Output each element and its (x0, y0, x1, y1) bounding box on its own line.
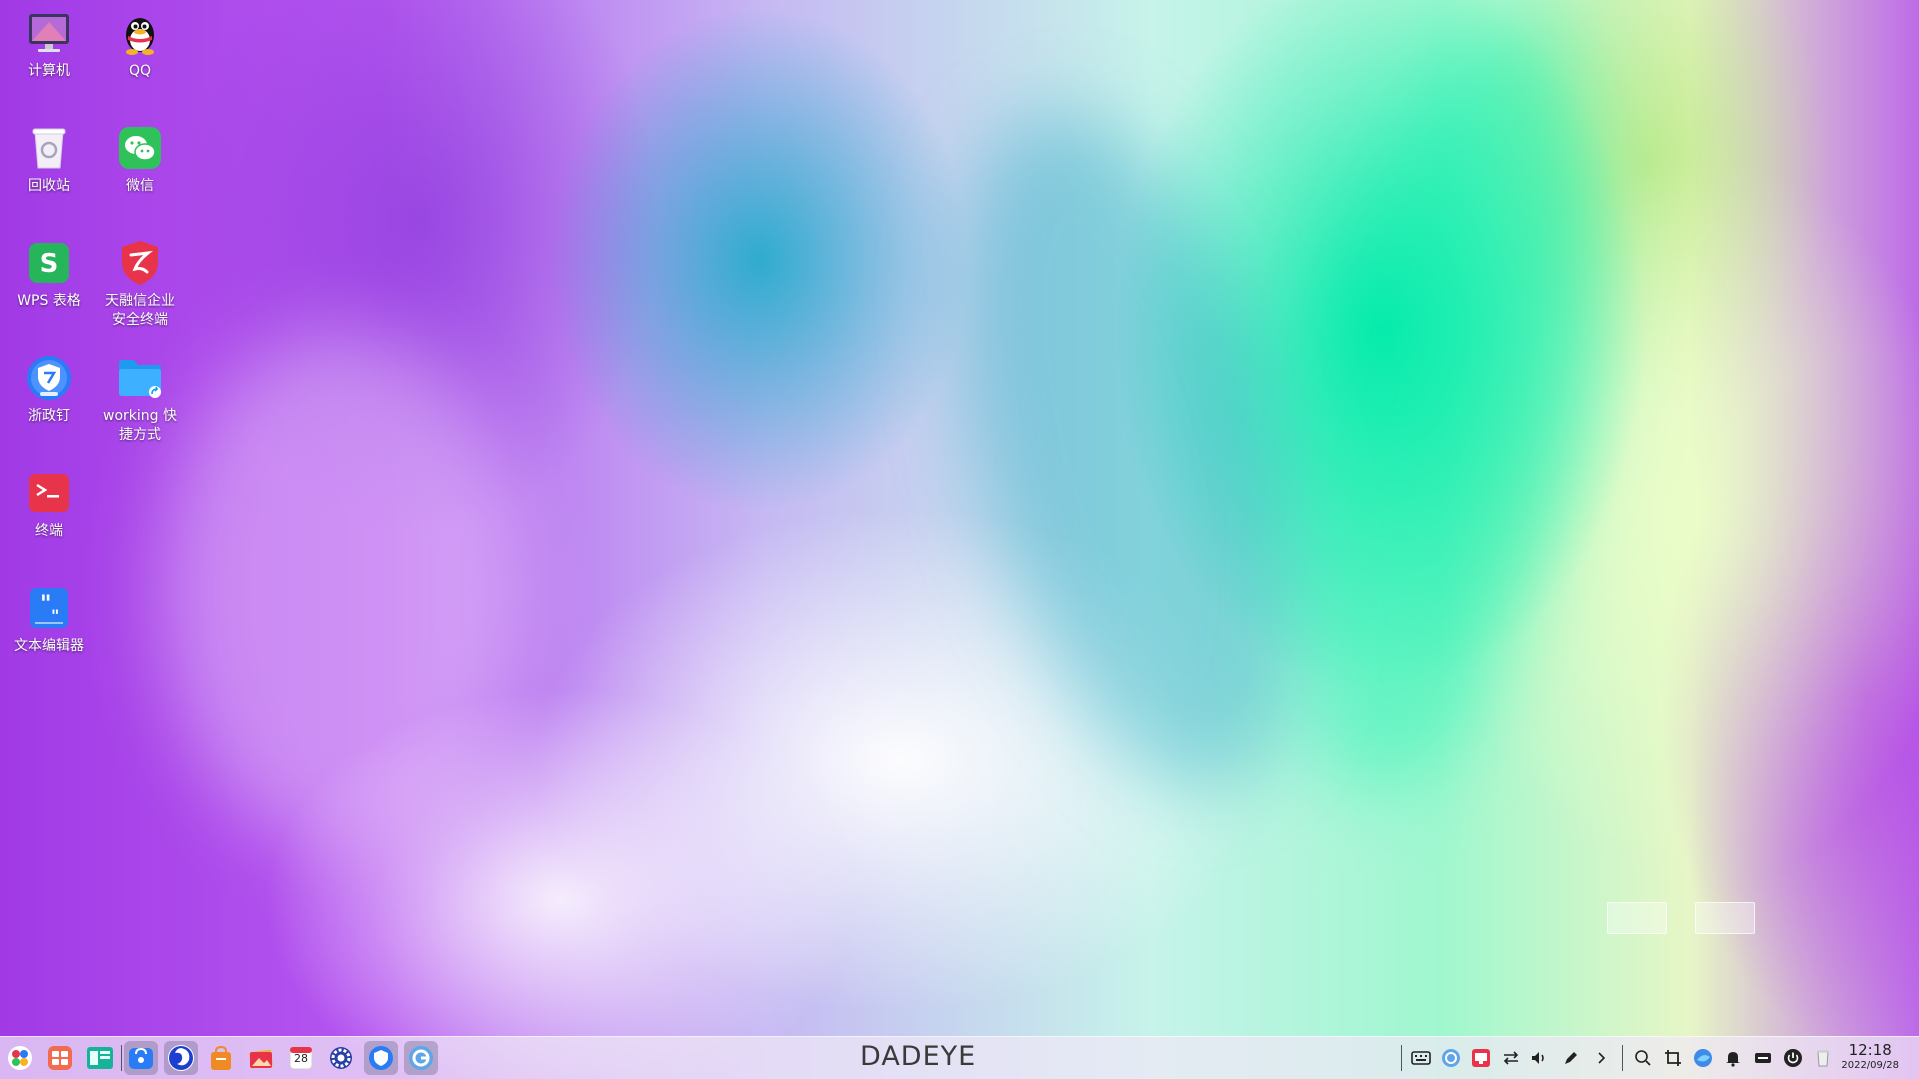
desktop-icon-working-shortcut[interactable]: working 快 捷方式 (95, 355, 185, 445)
browser-swirl-icon (168, 1045, 194, 1071)
desktop-icon-label: working 快 捷方式 (103, 408, 177, 443)
tray-keyboard[interactable] (1410, 1047, 1432, 1069)
tray-volume[interactable] (1528, 1047, 1550, 1069)
desktop-icon-label: 天融信企业 安全终端 (105, 293, 175, 328)
start-menu-button[interactable] (3, 1041, 37, 1075)
tray-separator (1622, 1045, 1623, 1071)
desktop-icon-topsec[interactable]: 天融信企业 安全终端 (95, 240, 185, 330)
calendar-day: 28 (294, 1052, 308, 1065)
desktop-icon-label: 浙政钉 (28, 408, 70, 424)
tray-clock[interactable]: 12:18 2022/09/28 (1841, 1041, 1899, 1073)
security-client-icon (1442, 1049, 1460, 1067)
crop-screenshot-icon (1665, 1050, 1681, 1066)
desktop-icon-computer[interactable]: 计算机 (4, 10, 94, 81)
trash-icon (1817, 1050, 1829, 1067)
desktop: 计算机 QQ 回收站 微信 S WPS 表格 天融信企业 安全终端 浙政钉 wo… (0, 0, 1919, 1079)
svg-text:": " (40, 591, 51, 617)
wallpaper-glow (1239, 0, 1661, 819)
desktop-icon-label: 计算机 (28, 63, 70, 79)
taskbar-app-multitask[interactable] (43, 1041, 77, 1075)
computer-icon (26, 10, 72, 56)
desktop-icon-label: 文本编辑器 (14, 638, 84, 654)
software-store-icon (129, 1047, 153, 1069)
topsec-shield-icon (117, 240, 163, 286)
volume-icon (1532, 1052, 1544, 1064)
start-menu-icon (8, 1046, 32, 1070)
taskbar-app-zhezhengding[interactable] (364, 1041, 398, 1075)
clock-date: 2022/09/28 (1841, 1060, 1899, 1071)
trash-icon (26, 125, 72, 171)
desktop-icon-label: 微信 (126, 178, 154, 194)
taskbar-app-calendar[interactable]: 28 (284, 1041, 318, 1075)
network-transfer-icon (1503, 1051, 1519, 1065)
desktop-icon-wps-sheet[interactable]: S WPS 表格 (4, 240, 94, 311)
wallpaper-glow (894, 73, 1366, 827)
taskbar-app-browser[interactable] (164, 1041, 198, 1075)
input-method-icon (1755, 1053, 1771, 1063)
taskbar: 28 DADEYE 12:18 2022/09/28 (0, 1036, 1919, 1079)
taskbar-center-label: DADEYE (860, 1041, 977, 1072)
desktop-icon-terminal[interactable]: 终端 (4, 470, 94, 541)
zhezhengding-icon (26, 355, 72, 401)
taskbar-app-image-viewer[interactable] (244, 1041, 278, 1075)
wps-sheet-icon: S (26, 240, 72, 286)
chevron-right-icon (1598, 1052, 1606, 1064)
tray-separator (1401, 1045, 1402, 1071)
gear-icon (330, 1047, 352, 1069)
taskbar-app-settings[interactable] (324, 1041, 358, 1075)
taskbar-app-file-manager[interactable] (83, 1041, 117, 1075)
desktop-icon-wechat[interactable]: 微信 (95, 125, 185, 196)
shopping-bag-icon (211, 1045, 231, 1070)
terminal-icon (26, 470, 72, 516)
desktop-icon-text-editor[interactable]: " " 文本编辑器 (4, 585, 94, 656)
text-editor-icon: " " (26, 585, 72, 631)
tray-search[interactable] (1632, 1047, 1654, 1069)
taskbar-app-kylin-store[interactable] (204, 1041, 238, 1075)
tray-trash[interactable] (1812, 1047, 1834, 1069)
power-icon (1784, 1049, 1802, 1067)
tray-power[interactable] (1782, 1047, 1804, 1069)
tray-notifications[interactable] (1722, 1047, 1744, 1069)
desktop-icon-zhezhengding[interactable]: 浙政钉 (4, 355, 94, 426)
tray-input-method[interactable] (1752, 1047, 1774, 1069)
tray-network[interactable] (1500, 1047, 1522, 1069)
desktop-icon-qq[interactable]: QQ (95, 10, 185, 81)
topsec-tray-icon (1472, 1049, 1490, 1067)
pen-icon (1565, 1052, 1577, 1064)
svg-text:S: S (40, 249, 59, 279)
wechat-icon (117, 125, 163, 171)
tray-screenshot[interactable] (1662, 1047, 1684, 1069)
globe-icon (1694, 1049, 1712, 1067)
taskbar-app-topsec[interactable] (404, 1041, 438, 1075)
clock-time: 12:18 (1848, 1041, 1892, 1059)
ghost-window (1695, 902, 1755, 934)
security-client-icon (409, 1046, 433, 1070)
tray-pen[interactable] (1560, 1047, 1582, 1069)
search-icon (1635, 1050, 1651, 1066)
tray-security[interactable] (1440, 1047, 1462, 1069)
desktop-icon-label: WPS 表格 (17, 293, 81, 309)
taskbar-app-software-store[interactable] (124, 1041, 158, 1075)
desktop-icon-label: 回收站 (28, 178, 70, 194)
file-manager-icon (87, 1047, 113, 1069)
desktop-icon-label: 终端 (35, 523, 63, 539)
zhezhengding-icon (369, 1046, 393, 1070)
taskbar-separator (121, 1045, 122, 1071)
multitask-icon (48, 1046, 72, 1070)
image-viewer-icon (249, 1049, 273, 1069)
desktop-icon-trash[interactable]: 回收站 (4, 125, 94, 196)
folder-shortcut-icon (117, 355, 163, 401)
bell-icon (1726, 1052, 1740, 1067)
desktop-icon-label: QQ (128, 63, 152, 79)
tray-browser[interactable] (1692, 1047, 1714, 1069)
keyboard-icon (1411, 1051, 1431, 1065)
qq-penguin-icon (117, 10, 163, 56)
ghost-window (1607, 902, 1667, 934)
tray-expand[interactable] (1590, 1047, 1612, 1069)
wallpaper-glow (160, 330, 520, 850)
tray-topsec[interactable] (1470, 1047, 1492, 1069)
